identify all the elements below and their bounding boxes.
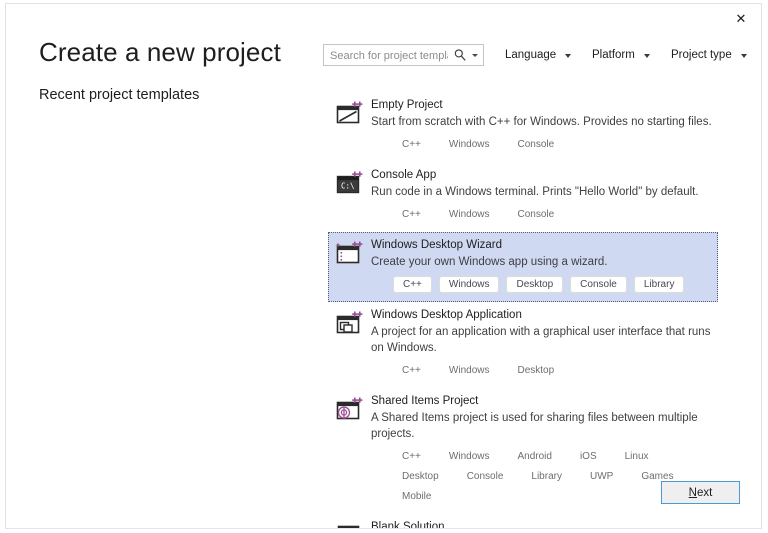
template-tag: Windows xyxy=(438,276,500,293)
template-body: Blank SolutionCreate an empty solution c… xyxy=(371,520,717,529)
template-tag-list: C++ Windows Console xyxy=(393,206,717,226)
template-tag: UWP xyxy=(589,471,614,482)
template-tag-list: C++ Windows Desktop xyxy=(393,362,717,382)
template-item[interactable]: Windows Desktop Application A project for… xyxy=(328,302,718,388)
template-name: Windows Desktop Application xyxy=(371,309,522,321)
template-tag: Console xyxy=(517,209,555,220)
template-item[interactable]: Shared Items Project A Shared Items proje… xyxy=(328,388,718,514)
template-item[interactable]: Blank SolutionCreate an empty solution c… xyxy=(328,514,718,529)
create-new-project-dialog: ✕ Create a new project Recent project te… xyxy=(5,3,762,529)
template-tag: Desktop xyxy=(517,365,555,376)
template-item[interactable]: Empty Project Start from scratch with C++… xyxy=(328,92,718,162)
windows-desktop-wizard-icon xyxy=(335,241,363,264)
template-tag: Library xyxy=(531,471,562,482)
template-tag: C++ xyxy=(402,451,421,462)
template-name: Blank Solution xyxy=(371,521,445,529)
filter-language-label: Language xyxy=(505,49,557,61)
recent-templates-heading: Recent project templates xyxy=(39,87,200,103)
template-tag: Mobile xyxy=(402,491,432,502)
template-body: Windows Desktop Application A project for… xyxy=(371,308,717,382)
template-item[interactable]: C:\ Console App Run code in a Windows term… xyxy=(328,162,718,232)
filter-project-type[interactable]: Project type xyxy=(671,45,747,65)
filter-project-type-label: Project type xyxy=(671,49,732,61)
chevron-down-icon xyxy=(565,54,572,58)
template-tag: Console xyxy=(517,139,555,150)
search-icon xyxy=(454,49,466,61)
filter-platform[interactable]: Platform xyxy=(592,45,650,65)
template-body: Empty Project Start from scratch with C++… xyxy=(371,98,717,156)
template-tag: Desktop xyxy=(402,471,439,482)
template-tag: C++ xyxy=(402,365,421,376)
template-tag: Console xyxy=(570,276,627,293)
search-input[interactable] xyxy=(328,45,450,67)
empty-project-icon xyxy=(336,101,363,124)
template-tag: Windows xyxy=(448,365,490,376)
template-tag: Desktop xyxy=(506,276,564,293)
template-tag: C++ xyxy=(393,276,432,293)
template-name: Empty Project xyxy=(371,99,443,111)
template-tag: C++ xyxy=(402,139,421,150)
blank-solution-icon xyxy=(337,525,360,528)
template-tag: Windows xyxy=(448,139,490,150)
search-box[interactable] xyxy=(323,44,484,67)
template-tag: Android xyxy=(517,451,552,462)
close-icon[interactable]: ✕ xyxy=(721,4,761,34)
template-description: Start from scratch with C++ for Windows.… xyxy=(371,116,712,128)
template-tag: iOS xyxy=(579,451,597,462)
next-button-label: ext xyxy=(696,486,713,499)
template-item[interactable]: Windows Desktop Wizard Create your own Wi… xyxy=(328,232,718,302)
template-list: Empty Project Start from scratch with C++… xyxy=(328,92,718,529)
template-tag: Library xyxy=(633,276,685,293)
template-tag: Windows xyxy=(448,451,490,462)
page-title: Create a new project xyxy=(39,37,281,67)
chevron-down-icon xyxy=(740,54,747,58)
template-description: Run code in a Windows terminal. Prints "… xyxy=(371,186,699,198)
template-tag-list: C++ Windows Desktop Console Library xyxy=(393,276,717,296)
template-tag: Console xyxy=(466,471,504,482)
dialog-titlebar: ✕ xyxy=(6,4,761,35)
template-name: Shared Items Project xyxy=(371,395,479,407)
template-tag: Linux xyxy=(624,451,649,462)
shared-items-project-icon xyxy=(336,397,363,420)
windows-desktop-application-icon xyxy=(336,311,363,334)
svg-text:C:\: C:\ xyxy=(341,182,355,191)
template-body: Console App Run code in a Windows termina… xyxy=(371,168,717,226)
template-name: Windows Desktop Wizard xyxy=(371,239,503,251)
template-description: A project for an application with a grap… xyxy=(371,326,711,354)
filter-platform-label: Platform xyxy=(592,49,635,61)
next-button[interactable]: Next xyxy=(661,481,740,504)
chevron-down-icon xyxy=(643,54,650,58)
template-tag-list: C++ Windows Console xyxy=(393,136,717,156)
filter-language[interactable]: Language xyxy=(505,45,572,65)
template-tag: C++ xyxy=(402,209,421,220)
template-description: A Shared Items project is used for shari… xyxy=(371,412,698,440)
search-dropdown-caret-icon[interactable] xyxy=(472,54,478,57)
template-body: Windows Desktop Wizard Create your own Wi… xyxy=(371,238,717,296)
next-button-accelerator: N xyxy=(688,486,697,499)
console-app-icon: C:\ xyxy=(336,171,363,194)
template-description: Create your own Windows app using a wiza… xyxy=(371,256,608,268)
template-name: Console App xyxy=(371,169,437,181)
template-tag: Windows xyxy=(448,209,490,220)
